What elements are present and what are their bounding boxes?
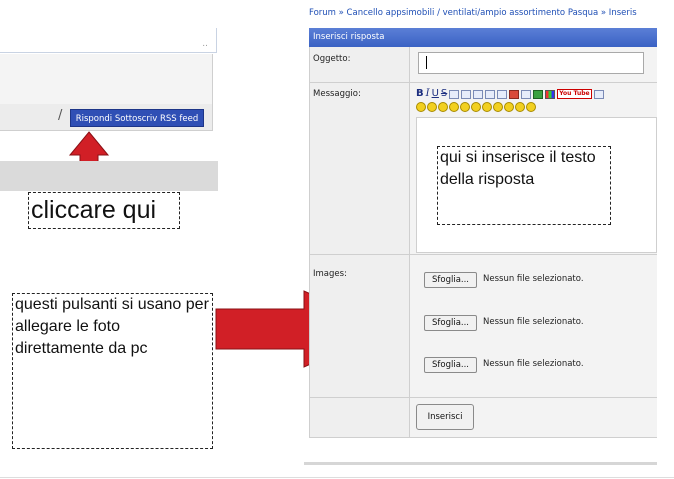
file-status-2: Nessun file selezionato. (483, 317, 584, 327)
submit-button[interactable]: Inserisci (416, 404, 474, 430)
message-text-note: qui si inserisce il testo della risposta (437, 146, 611, 225)
link-icon[interactable] (497, 89, 508, 99)
strikethrough-button[interactable]: S (441, 88, 447, 100)
images-label: Images: (313, 269, 347, 279)
breadcrumb[interactable]: Forum » Cancello appsimobili / ventilati… (309, 8, 657, 22)
smiley-icon[interactable] (438, 102, 448, 112)
code-icon[interactable] (449, 89, 460, 99)
smiley-icon[interactable] (493, 102, 503, 112)
youtube-icon[interactable]: You Tube (557, 89, 592, 99)
row-divider (309, 437, 657, 438)
flash-icon[interactable] (533, 89, 544, 99)
page-bottom-line (0, 477, 674, 478)
smiley-icon[interactable] (471, 102, 481, 112)
line-icon[interactable] (485, 89, 496, 99)
smiley-icon[interactable] (416, 102, 426, 112)
smiley-icon[interactable] (427, 102, 437, 112)
message-label: Messaggio: (313, 89, 361, 99)
color-icon[interactable] (545, 89, 556, 99)
attach-photos-note: questi pulsanti si usano per allegare le… (12, 293, 213, 449)
subject-input[interactable] (418, 52, 644, 74)
label-column (309, 47, 410, 437)
row-divider (309, 82, 657, 83)
browse-button-2[interactable]: Sfoglia... (424, 315, 477, 331)
text-caret (426, 56, 427, 69)
smiley-icon[interactable] (449, 102, 459, 112)
file-status-1: Nessun file selezionato. (483, 274, 584, 284)
panel-title: Inserisci risposta (309, 28, 657, 47)
grey-band (0, 161, 218, 191)
email-icon[interactable] (509, 89, 520, 99)
click-here-note: cliccare qui (28, 192, 180, 229)
browse-button-1[interactable]: Sfoglia... (424, 272, 477, 288)
separator: / (58, 108, 63, 123)
browse-button-3[interactable]: Sfoglia... (424, 357, 477, 373)
smiley-bar (416, 102, 537, 112)
smiley-icon[interactable] (482, 102, 492, 112)
quote-icon[interactable] (461, 89, 472, 99)
smiley-icon[interactable] (526, 102, 536, 112)
bottom-divider (304, 462, 657, 465)
row-divider (309, 397, 657, 398)
smiley-icon[interactable] (504, 102, 514, 112)
row-divider (309, 254, 657, 255)
file-status-3: Nessun file selezionato. (483, 359, 584, 369)
smiley-icon[interactable] (515, 102, 525, 112)
reply-subscribe-rss-buttons[interactable]: Rispondi Sottoscriv RSS feed (70, 109, 204, 127)
resize-grip: .. (202, 39, 208, 49)
image-icon[interactable] (521, 89, 532, 99)
formatting-toolbar: B I U S You Tube (416, 87, 606, 101)
list-icon[interactable] (473, 89, 484, 99)
italic-button[interactable]: I (426, 88, 430, 100)
post-area-snippet: .. (0, 28, 217, 53)
bold-button[interactable]: B (416, 88, 424, 100)
table-icon[interactable] (593, 89, 604, 99)
post-body-snippet (0, 54, 213, 105)
subject-label: Oggetto: (313, 54, 351, 64)
smiley-icon[interactable] (460, 102, 470, 112)
underline-button[interactable]: U (432, 88, 439, 100)
